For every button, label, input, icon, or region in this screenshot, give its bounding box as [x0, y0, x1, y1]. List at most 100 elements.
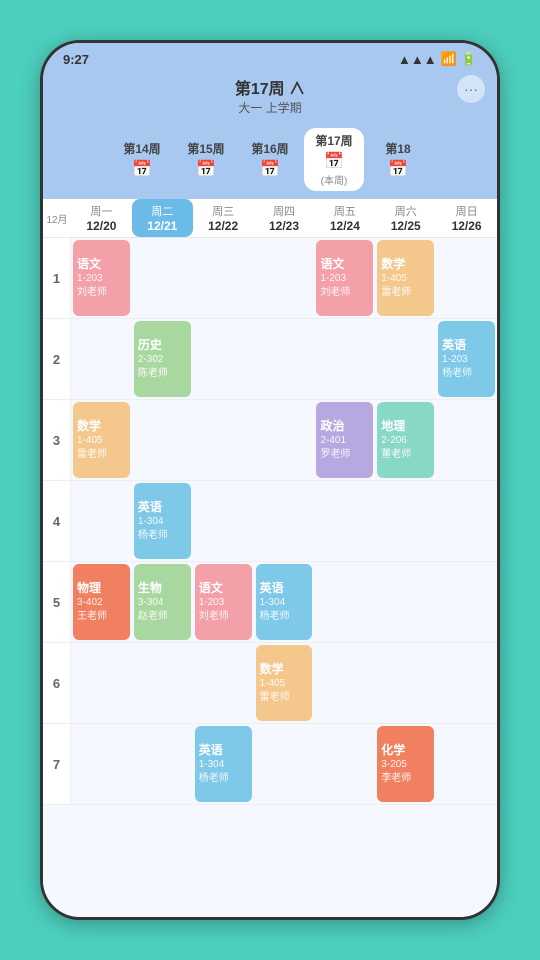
- course-block[interactable]: 化学 3-205 李老师: [377, 726, 434, 802]
- course-room: 1-405: [381, 272, 430, 286]
- day-cell-6-3: [193, 643, 254, 723]
- more-button[interactable]: ···: [457, 75, 485, 103]
- week-item-w15[interactable]: 第15周 📅: [176, 136, 236, 184]
- week-item-w17[interactable]: 第17周 📅 (本周): [304, 128, 364, 191]
- top-header: 第17周 ∧ 大一 上学期 ···: [43, 71, 497, 124]
- course-block[interactable]: 政治 2-401 罗老师: [316, 402, 373, 478]
- course-block[interactable]: 英语 1-304 杨老师: [256, 564, 313, 640]
- week-num: 第16周: [251, 140, 288, 157]
- course-teacher: 杨老师: [260, 610, 309, 624]
- day-cell-1-2: [132, 238, 193, 318]
- period-label-4: 4: [43, 481, 71, 561]
- day-cell-7-2: [132, 724, 193, 804]
- day-cell-2-4: [254, 319, 315, 399]
- day-cell-5-7: [436, 562, 497, 642]
- calendar-container: 12月 周一 12/20 周二 12/21 周三 12/22 周四 12/23 …: [43, 199, 497, 917]
- calendar-icon: 📅: [132, 159, 152, 179]
- week-title: 第17周 ∧: [43, 75, 497, 99]
- current-label: (本周): [321, 172, 348, 187]
- day-cell-6-2: [132, 643, 193, 723]
- day-num: 12/24: [316, 219, 373, 233]
- day-name: 周三: [195, 203, 252, 219]
- day-cell-2-7: 英语 1-203 杨老师: [436, 319, 497, 399]
- day-cell-2-5: [314, 319, 375, 399]
- day-cell-7-7: [436, 724, 497, 804]
- day-cell-1-5: 语文 1-203 刘老师: [314, 238, 375, 318]
- day-header-thu: 周四 12/23: [254, 199, 315, 237]
- day-cell-4-1: [71, 481, 132, 561]
- course-block[interactable]: 数学 1-405 雷老师: [377, 240, 434, 316]
- day-cell-1-6: 数学 1-405 雷老师: [375, 238, 436, 318]
- course-room: 1-304: [260, 596, 309, 610]
- day-cell-5-1: 物理 3-402 王老师: [71, 562, 132, 642]
- week-item-w18[interactable]: 第18 📅: [368, 136, 428, 184]
- day-name: 周一: [73, 203, 130, 219]
- course-teacher: 刘老师: [320, 286, 369, 300]
- course-block[interactable]: 语文 1-203 刘老师: [73, 240, 130, 316]
- course-teacher: 董老师: [381, 448, 430, 462]
- day-header-mon: 周一 12/20: [71, 199, 132, 237]
- schedule-row-4: 4 英语 1-304 杨老师: [43, 481, 497, 562]
- course-block[interactable]: 英语 1-304 杨老师: [134, 483, 191, 559]
- day-cell-6-6: [375, 643, 436, 723]
- course-name: 物理: [77, 580, 126, 597]
- course-room: 3-402: [77, 596, 126, 610]
- week-num: 第15周: [187, 140, 224, 157]
- day-cell-6-7: [436, 643, 497, 723]
- calendar-icon: 📅: [196, 159, 216, 179]
- semester: 大一 上学期: [43, 99, 497, 116]
- day-header-sun: 周日 12/26: [436, 199, 497, 237]
- day-num: 12/21: [134, 219, 191, 233]
- calendar-icon: 📅: [260, 159, 280, 179]
- course-room: 2-401: [320, 434, 369, 448]
- schedule-grid[interactable]: 1 语文 1-203 刘老师 语文 1-203 刘老师 数学 1-405 雷老师…: [43, 238, 497, 904]
- day-cell-1-4: [254, 238, 315, 318]
- day-cell-6-4: 数学 1-405 雷老师: [254, 643, 315, 723]
- course-teacher: 雷老师: [77, 448, 126, 462]
- course-room: 1-304: [199, 758, 248, 772]
- course-name: 英语: [138, 499, 187, 516]
- course-block[interactable]: 数学 1-405 雷老师: [73, 402, 130, 478]
- day-cell-7-4: [254, 724, 315, 804]
- day-cell-3-7: [436, 400, 497, 480]
- day-header-fri: 周五 12/24: [314, 199, 375, 237]
- status-icons: ▲▲▲ 📶 🔋: [398, 51, 477, 67]
- day-cell-1-7: [436, 238, 497, 318]
- course-block[interactable]: 地理 2-206 董老师: [377, 402, 434, 478]
- course-block[interactable]: 英语 1-304 杨老师: [195, 726, 252, 802]
- course-block[interactable]: 英语 1-203 杨老师: [438, 321, 495, 397]
- phone-frame: 9:27 ▲▲▲ 📶 🔋 第17周 ∧ 大一 上学期 ··· 第14周 📅 第1…: [40, 40, 500, 920]
- course-block[interactable]: 语文 1-203 刘老师: [195, 564, 252, 640]
- day-cell-5-2: 生物 3-304 赵老师: [132, 562, 193, 642]
- day-name: 周二: [134, 203, 191, 219]
- wifi-icon: 📶: [441, 51, 457, 67]
- calendar-icon: 📅: [388, 159, 408, 179]
- month-label: 12月: [43, 199, 71, 237]
- day-num: 12/20: [73, 219, 130, 233]
- course-name: 化学: [381, 742, 430, 759]
- course-teacher: 雷老师: [381, 286, 430, 300]
- period-label-6: 6: [43, 643, 71, 723]
- period-label-2: 2: [43, 319, 71, 399]
- day-cell-5-3: 语文 1-203 刘老师: [193, 562, 254, 642]
- day-cell-6-1: [71, 643, 132, 723]
- battery-icon: 🔋: [461, 51, 477, 67]
- course-name: 语文: [199, 580, 248, 597]
- course-name: 英语: [260, 580, 309, 597]
- week-item-w14[interactable]: 第14周 📅: [112, 136, 172, 184]
- course-name: 英语: [199, 742, 248, 759]
- course-name: 数学: [77, 418, 126, 435]
- course-block[interactable]: 生物 3-304 赵老师: [134, 564, 191, 640]
- course-block[interactable]: 语文 1-203 刘老师: [316, 240, 373, 316]
- course-block[interactable]: 物理 3-402 王老师: [73, 564, 130, 640]
- course-block[interactable]: 数学 1-405 雷老师: [256, 645, 313, 721]
- day-num: 12/22: [195, 219, 252, 233]
- course-block[interactable]: 历史 2-302 陈老师: [134, 321, 191, 397]
- day-cell-3-1: 数学 1-405 雷老师: [71, 400, 132, 480]
- time: 9:27: [63, 52, 89, 67]
- schedule-row-5: 5 物理 3-402 王老师 生物 3-304 赵老师 语文 1-203 刘老师…: [43, 562, 497, 643]
- course-room: 1-203: [199, 596, 248, 610]
- course-teacher: 赵老师: [138, 610, 187, 624]
- week-item-w16[interactable]: 第16周 📅: [240, 136, 300, 184]
- day-cell-2-6: [375, 319, 436, 399]
